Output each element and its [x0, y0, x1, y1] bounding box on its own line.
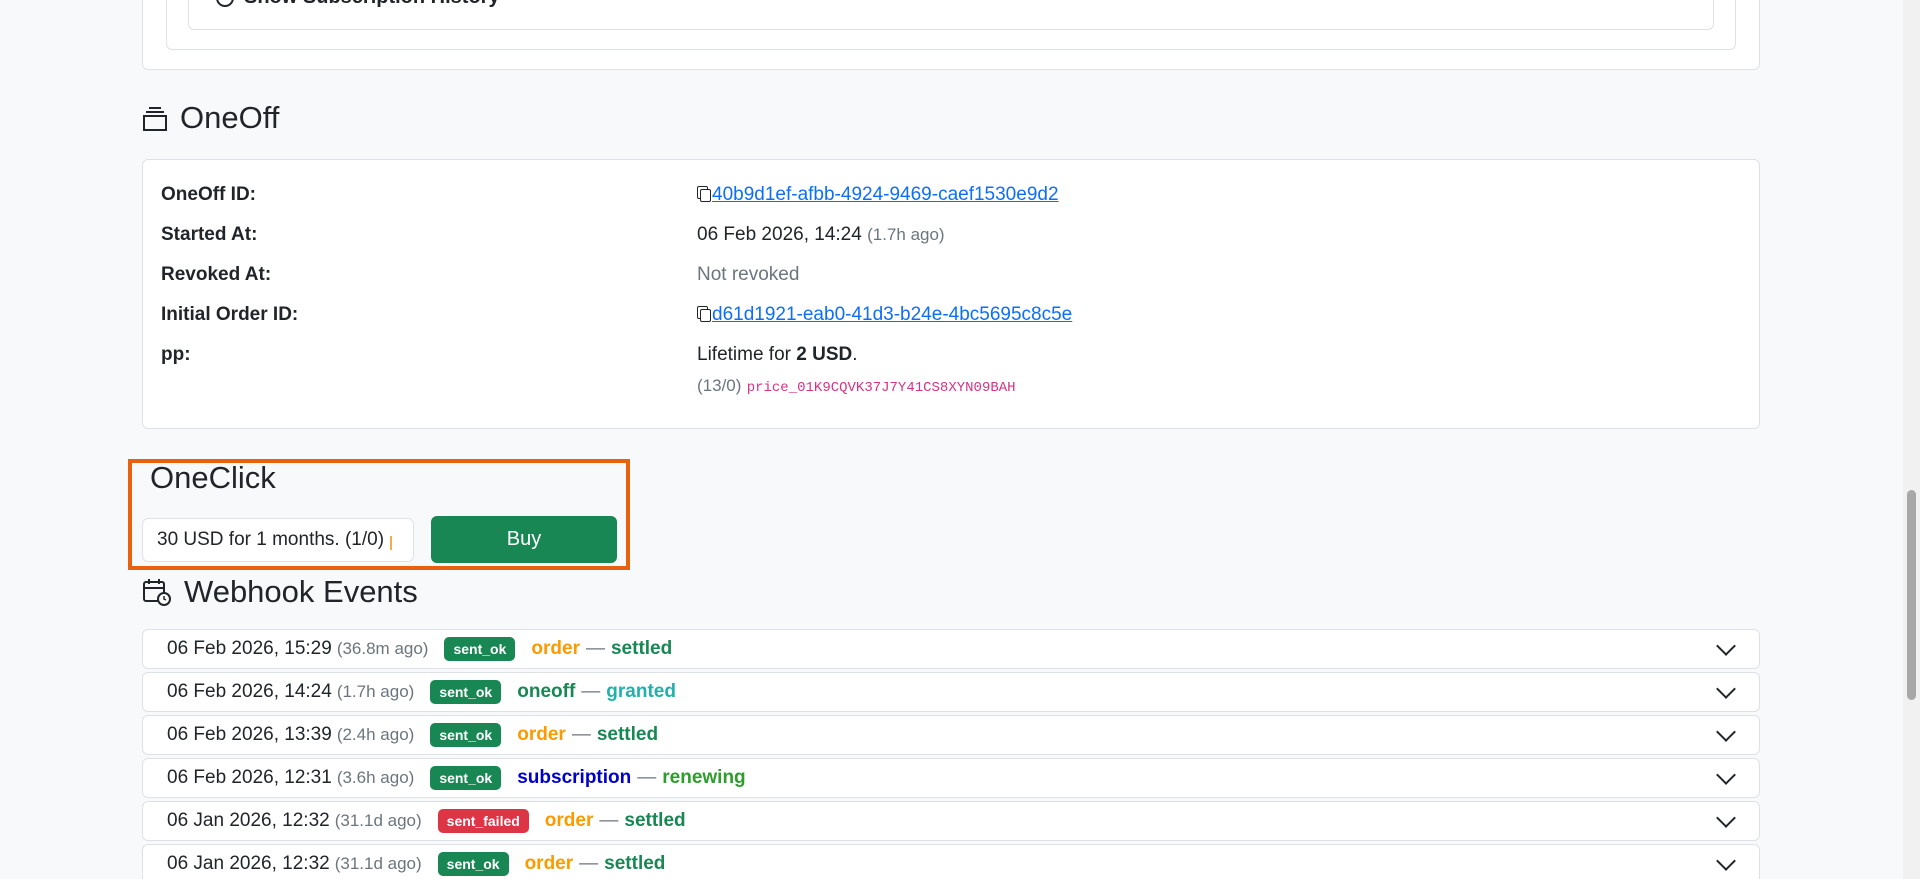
event-date: 06 Feb 2026, 12:31	[167, 767, 332, 788]
event-date: 06 Feb 2026, 14:24	[167, 681, 332, 702]
chevron-down-icon[interactable]	[1716, 679, 1736, 699]
webhook-event-row[interactable]: 06 Feb 2026, 15:29 (36.8m ago) sent_ok orde…	[142, 629, 1760, 669]
initial-order-link[interactable]: d61d1921-eab0-41d3-b24e-4bc5695c8c5e	[712, 304, 1072, 325]
subscription-history-toggle[interactable]: Show Subscription History	[216, 0, 500, 9]
event-status: granted	[606, 681, 676, 702]
revoked-at-label: Revoked At:	[161, 264, 272, 285]
event-status-badge: sent_ok	[430, 766, 502, 790]
event-status-badge: sent_failed	[437, 809, 529, 833]
webhook-event-row[interactable]: 06 Jan 2026, 12:32 (31.1d ago) sent_failed…	[142, 801, 1760, 841]
event-status-badge: sent_ok	[437, 852, 509, 876]
history-icon	[216, 0, 234, 7]
pp-counts: (13/0)	[697, 376, 742, 395]
page: Show Subscription History OneOff OneOff …	[0, 0, 1920, 879]
event-ago: (3.6h ago)	[336, 768, 415, 787]
event-status: settled	[596, 724, 659, 745]
started-at-date: 06 Feb 2026, 14:24	[697, 224, 862, 245]
event-status: settled	[604, 853, 666, 874]
event-status: renewing	[662, 767, 746, 788]
scrollbar-thumb[interactable]	[1907, 490, 1916, 700]
copy-icon[interactable]	[697, 306, 711, 322]
webhook-event-row[interactable]: 06 Feb 2026, 12:31 (3.6h ago) sent_ok subsc…	[142, 758, 1760, 798]
pp-price-id: price_01K9CQVK37J7Y41CS8XYN09BAH	[746, 380, 1016, 396]
webhook-events-title: Webhook Events	[184, 574, 418, 609]
event-status-badge: sent_ok	[430, 723, 502, 747]
oneclick-title: OneClick	[150, 460, 276, 495]
initial-order-value: d61d1921-eab0-41d3-b24e-4bc5695c8c5e	[697, 304, 1072, 326]
event-type: order	[531, 638, 580, 659]
event-separator: —	[585, 638, 605, 659]
chevron-down-icon[interactable]	[1716, 765, 1736, 785]
event-date: 06 Feb 2026, 13:39	[167, 724, 332, 745]
event-separator: —	[571, 724, 591, 745]
event-type: order	[544, 810, 594, 831]
event-separator: —	[579, 853, 599, 874]
event-status: settled	[610, 638, 673, 659]
started-at-value: 06 Feb 2026, 14:24 (1.7h ago)	[697, 224, 945, 246]
webhook-event-row[interactable]: 06 Feb 2026, 13:39 (2.4h ago) sent_ok order…	[142, 715, 1760, 755]
copy-icon[interactable]	[697, 186, 711, 202]
oneoff-heading: OneOff	[142, 100, 279, 136]
calendar-history-icon	[142, 577, 172, 607]
oneoff-title: OneOff	[180, 100, 280, 135]
webhook-event-row[interactable]: 06 Feb 2026, 14:24 (1.7h ago) sent_ok oneof…	[142, 672, 1760, 712]
event-separator: —	[581, 681, 601, 702]
pp-label: pp:	[161, 344, 191, 365]
initial-order-label: Initial Order ID:	[161, 304, 299, 325]
oneclick-selected-option: 30 USD for 1 months. (1/0)	[157, 529, 385, 550]
event-date: 06 Feb 2026, 15:29	[167, 638, 332, 659]
pp-value: Lifetime for 2 USD.	[697, 344, 858, 366]
page-scrollbar[interactable]	[1903, 0, 1920, 879]
oneoff-id-value: 40b9d1ef-afbb-4924-9469-caef1530e9d2	[697, 184, 1059, 206]
event-status-badge: sent_ok	[444, 637, 516, 661]
event-type: oneoff	[517, 681, 576, 702]
revoked-at-value: Not revoked	[697, 264, 800, 285]
chevron-down-icon[interactable]	[1716, 808, 1736, 828]
event-ago: (31.1d ago)	[334, 854, 422, 873]
event-date: 06 Jan 2026, 12:32	[167, 853, 330, 874]
event-separator: —	[637, 767, 657, 788]
event-ago: (31.1d ago)	[334, 811, 422, 830]
event-type: order	[524, 853, 574, 874]
webhook-events-heading: Webhook Events	[142, 574, 418, 610]
pp-prefix: Lifetime for	[697, 344, 797, 365]
pp-amount: 2 USD	[796, 344, 853, 365]
chevron-down-icon[interactable]	[1716, 851, 1736, 871]
event-ago: (1.7h ago)	[336, 682, 415, 701]
event-date: 06 Jan 2026, 12:32	[167, 810, 330, 831]
subscription-history-label: Show Subscription History	[244, 0, 500, 9]
webhook-event-row[interactable]: 06 Jan 2026, 12:32 (31.1d ago) sent_ok orde…	[142, 844, 1760, 879]
event-type: subscription	[517, 767, 632, 788]
event-status: settled	[624, 810, 686, 831]
event-status-badge: sent_ok	[430, 680, 502, 704]
event-ago: (2.4h ago)	[336, 725, 415, 744]
select-caret	[390, 536, 393, 550]
stack-icon	[142, 104, 168, 132]
event-separator: —	[599, 810, 619, 831]
started-at-ago: (1.7h ago)	[867, 225, 945, 244]
oneoff-id-link[interactable]: 40b9d1ef-afbb-4924-9469-caef1530e9d2	[712, 184, 1059, 205]
pp-suffix: .	[852, 344, 858, 365]
buy-button[interactable]: Buy	[431, 516, 617, 563]
oneclick-price-select[interactable]: 30 USD for 1 months. (1/0)	[142, 518, 414, 562]
webhook-events-list: 06 Feb 2026, 15:29 (36.8m ago) sent_ok orde…	[142, 629, 1760, 879]
chevron-down-icon[interactable]	[1716, 722, 1736, 742]
oneoff-id-label: OneOff ID:	[161, 184, 256, 205]
chevron-down-icon[interactable]	[1716, 636, 1736, 656]
started-at-label: Started At:	[161, 224, 258, 245]
event-ago: (36.8m ago)	[336, 639, 429, 658]
pp-meta: (13/0) price_01K9CQVK37J7Y41CS8XYN09BAH	[697, 375, 1016, 397]
event-type: order	[517, 724, 566, 745]
